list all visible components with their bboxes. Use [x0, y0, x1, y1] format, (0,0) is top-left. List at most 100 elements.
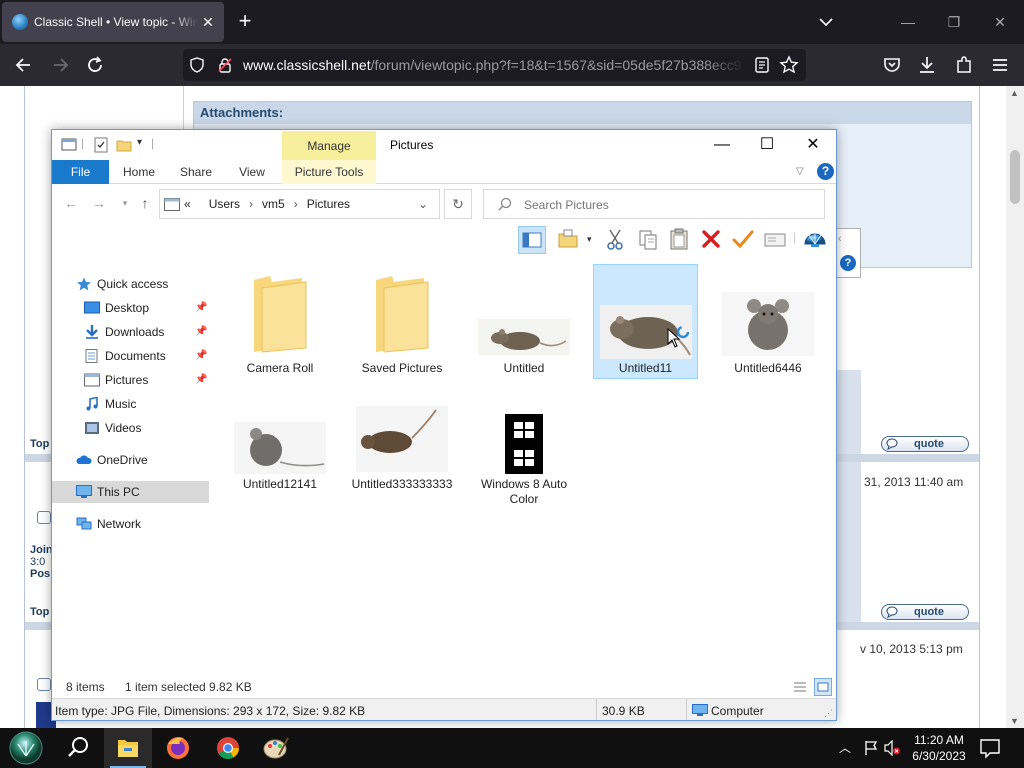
sidebar-item-downloads[interactable]: Downloads 📌	[52, 321, 212, 343]
breadcrumb-vm5[interactable]: vm5	[262, 197, 285, 211]
app-menu-button[interactable]	[987, 53, 1013, 77]
details-view-icon[interactable]	[792, 679, 808, 695]
restore-window-button[interactable]: ❐	[940, 8, 968, 36]
pin-icon[interactable]: 📌	[195, 345, 207, 367]
bookmark-star-icon[interactable]	[779, 55, 799, 75]
back-to-top-link[interactable]: Top	[30, 438, 49, 450]
browser-tab[interactable]: Classic Shell • View topic - Windows 8 A…	[2, 2, 224, 42]
breadcrumb-pictures[interactable]: Pictures	[307, 197, 350, 211]
tab-share[interactable]: Share	[172, 160, 220, 184]
breadcrumb-overflow[interactable]: «	[184, 197, 191, 211]
sidebar-item-network[interactable]: Network	[52, 513, 212, 535]
security-flag-icon[interactable]	[863, 740, 879, 756]
pin-icon[interactable]: 📌	[195, 321, 207, 343]
new-folder-icon[interactable]	[116, 137, 132, 153]
explorer-title-bar[interactable]: | ▾ | Manage Pictures — ☐ ✕	[52, 130, 836, 160]
sidebar-item-onedrive[interactable]: OneDrive	[52, 449, 212, 471]
sidebar-item-videos[interactable]: Videos	[52, 417, 212, 439]
profile-button[interactable]	[37, 511, 51, 524]
tab-file[interactable]: File	[52, 160, 109, 184]
breadcrumb-users[interactable]: Users	[209, 197, 240, 211]
address-history-chevron-icon[interactable]: ⌄	[418, 197, 428, 211]
search-input[interactable]	[524, 196, 814, 214]
file-tile-camera-roll[interactable]: Camera Roll	[228, 264, 332, 378]
tab-home[interactable]: Home	[114, 160, 164, 184]
qat-dropdown-icon[interactable]: ▾	[137, 137, 142, 148]
delete-button[interactable]	[698, 226, 726, 254]
copy-button[interactable]	[635, 226, 663, 254]
tab-picture-tools[interactable]: Picture Tools	[282, 160, 376, 184]
folder-options-dropdown-icon[interactable]: ▾	[587, 234, 592, 245]
file-tile-untitled12141[interactable]: Untitled12141	[228, 384, 332, 498]
file-tile-saved-pictures[interactable]: Saved Pictures	[350, 264, 454, 378]
file-tile-untitled6446[interactable]: Untitled6446	[716, 264, 820, 378]
back-button[interactable]	[11, 53, 37, 77]
classic-shell-settings-button[interactable]	[802, 226, 830, 254]
action-center-icon[interactable]	[978, 737, 1002, 759]
tracking-protection-shield-icon[interactable]	[189, 57, 205, 73]
taskbar-file-explorer[interactable]	[104, 728, 152, 768]
taskbar-search-button[interactable]	[54, 728, 102, 768]
extensions-button[interactable]	[951, 53, 977, 77]
up-arrow-icon[interactable]: ↑	[136, 194, 154, 212]
resize-grip-icon[interactable]: ⋰	[824, 708, 833, 719]
scroll-up-icon[interactable]: ▲	[1010, 88, 1019, 98]
quote-button[interactable]: quote	[881, 436, 969, 452]
manage-contextual-tab[interactable]: Manage	[282, 131, 376, 160]
url-bar[interactable]: www.classicshell.net/forum/viewtopic.php…	[183, 49, 806, 81]
taskbar-firefox[interactable]	[154, 728, 202, 768]
address-bar[interactable]: «Users › vm5 › Pictures ⌄	[159, 189, 440, 219]
taskbar-clock[interactable]: 11:20 AM 6/30/2023	[894, 732, 984, 764]
tab-view[interactable]: View	[228, 160, 276, 184]
expand-ribbon-icon[interactable]: ▽	[796, 166, 808, 178]
refresh-button[interactable]: ↻	[444, 189, 472, 219]
help-icon[interactable]: ?	[840, 255, 856, 271]
folder-options-button[interactable]	[556, 226, 584, 254]
downloads-button[interactable]	[914, 53, 940, 77]
minimize-button[interactable]: —	[707, 134, 737, 156]
pin-icon[interactable]: 📌	[195, 369, 207, 391]
profile-button[interactable]	[37, 678, 51, 691]
recent-locations-icon[interactable]: ▾	[116, 194, 134, 212]
navigation-pane-button[interactable]	[518, 226, 546, 254]
scrollbar-thumb[interactable]	[1010, 150, 1020, 204]
sidebar-item-documents[interactable]: Documents 📌	[52, 345, 212, 367]
properties-button[interactable]	[730, 226, 758, 254]
file-tile-untitled11[interactable]: Untitled11	[593, 264, 698, 379]
close-tab-icon[interactable]: ✕	[198, 12, 218, 32]
back-to-top-link[interactable]: Top	[30, 606, 49, 618]
lock-icon[interactable]	[217, 57, 233, 73]
reload-button[interactable]	[83, 53, 109, 77]
pocket-button[interactable]	[879, 53, 905, 77]
file-tile-untitled333333333[interactable]: Untitled333333333	[350, 384, 454, 498]
help-icon[interactable]: ?	[817, 163, 834, 180]
taskbar-chrome[interactable]	[204, 728, 252, 768]
show-hidden-icons-chevron-icon[interactable]: ︿	[839, 739, 851, 756]
file-list-view[interactable]: Camera Roll Saved Pictures Untitled Unti…	[212, 256, 836, 676]
minimize-window-button[interactable]: —	[894, 8, 922, 36]
email-button[interactable]	[762, 226, 790, 254]
search-box[interactable]	[483, 189, 825, 219]
maximize-button[interactable]: ☐	[752, 134, 782, 156]
close-button[interactable]: ✕	[798, 134, 828, 156]
start-button[interactable]	[4, 730, 46, 766]
back-arrow-icon[interactable]: ←	[62, 194, 80, 212]
reader-view-icon[interactable]	[753, 56, 771, 74]
sidebar-item-music[interactable]: Music	[52, 393, 212, 415]
sidebar-item-quick-access[interactable]: Quick access	[52, 273, 212, 295]
quote-button[interactable]: quote	[881, 604, 969, 620]
sidebar-item-this-pc[interactable]: This PC	[52, 481, 209, 503]
file-tile-untitled[interactable]: Untitled	[472, 264, 576, 378]
properties-icon[interactable]	[93, 137, 109, 153]
page-scrollbar[interactable]: ▲ ▼	[1006, 86, 1024, 728]
taskbar-paint[interactable]	[252, 728, 300, 768]
sidebar-item-desktop[interactable]: Desktop 📌	[52, 297, 212, 319]
list-all-tabs-button[interactable]	[816, 12, 836, 32]
file-tile-windows-8-auto-color[interactable]: Windows 8 Auto Color	[472, 384, 576, 506]
pin-icon[interactable]: 📌	[195, 297, 207, 319]
scroll-down-icon[interactable]: ▼	[1010, 716, 1019, 726]
large-icons-view-button[interactable]	[814, 678, 832, 696]
new-tab-button[interactable]: +	[234, 10, 256, 32]
system-menu-icon[interactable]	[61, 137, 77, 153]
cut-button[interactable]	[602, 226, 630, 254]
